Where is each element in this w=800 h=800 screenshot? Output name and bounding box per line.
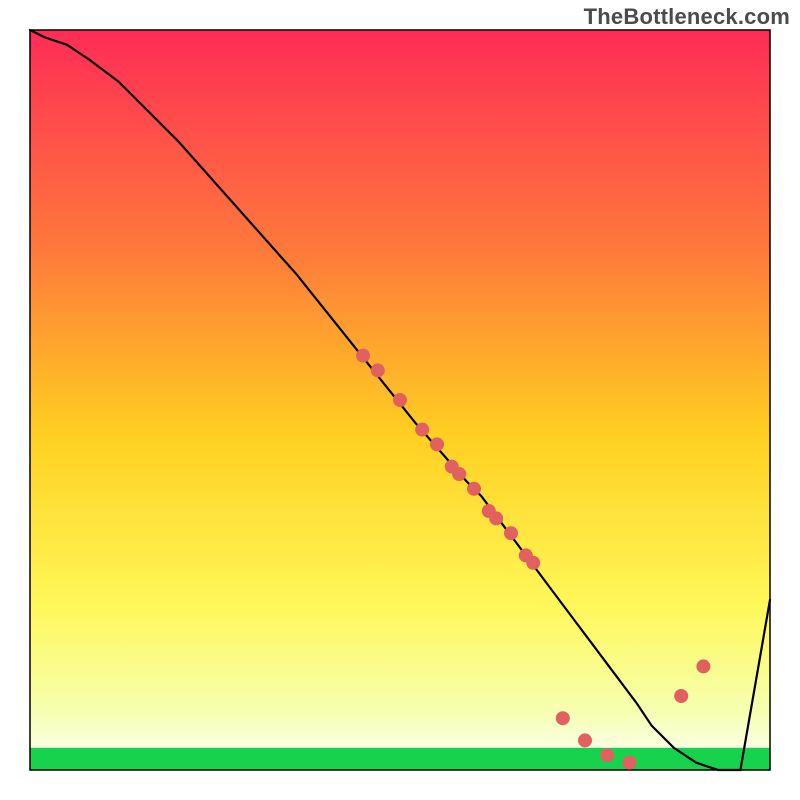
curve-marker <box>600 748 614 762</box>
curve-marker <box>556 711 570 725</box>
curve-marker <box>674 689 688 703</box>
curve-marker <box>504 526 518 540</box>
curve-marker <box>489 511 503 525</box>
curve-marker <box>696 659 710 673</box>
chart-stage: TheBottleneck.com <box>0 0 800 800</box>
watermark-text: TheBottleneck.com <box>584 4 790 30</box>
curve-marker <box>467 482 481 496</box>
curve-marker <box>371 363 385 377</box>
curve-marker <box>578 733 592 747</box>
curve-marker <box>622 756 636 770</box>
curve-marker <box>526 556 540 570</box>
chart-svg <box>0 0 800 800</box>
curve-marker <box>452 467 466 481</box>
green-band <box>30 748 770 770</box>
curve-marker <box>393 393 407 407</box>
curve-marker <box>430 437 444 451</box>
curve-marker <box>415 423 429 437</box>
plot-area <box>30 30 770 770</box>
curve-marker <box>356 349 370 363</box>
